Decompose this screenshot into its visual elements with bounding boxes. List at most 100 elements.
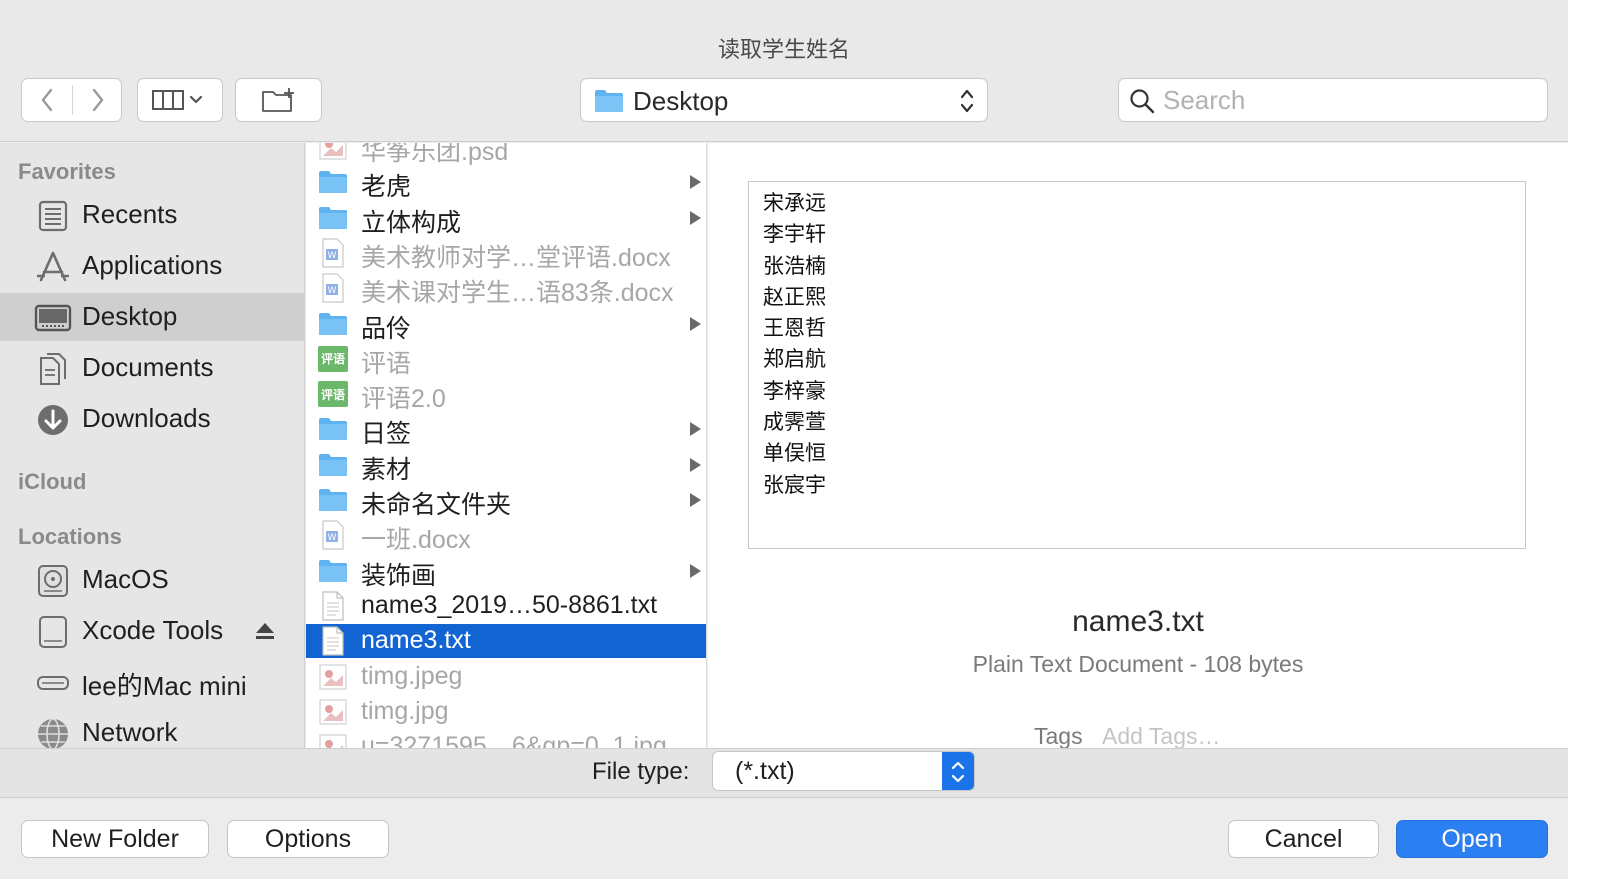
file-row[interactable]: 未命名文件夹 <box>306 483 706 519</box>
file-row[interactable]: W 美术教师对学…堂评语.docx <box>306 236 706 272</box>
file-name: 一班.docx <box>361 526 471 555</box>
tags-input[interactable]: Add Tags… <box>1102 723 1220 748</box>
file-name: timg.jpeg <box>361 661 463 690</box>
chevron-right-icon <box>92 88 104 112</box>
image-file-icon <box>318 662 348 692</box>
file-row[interactable]: 华筝乐团.psd <box>306 143 706 166</box>
disclosure-arrow-icon <box>690 316 701 331</box>
location-label: Desktop <box>633 86 729 116</box>
file-type-select[interactable]: (*.txt) <box>712 751 975 791</box>
preview-pane: 宋承远 李宇轩 张浩楠 赵正熙 王恩哲 郑启航 李梓豪 成霁萱 单俣恒 张宸宇 name3.txt… <box>708 143 1568 748</box>
file-name: 日签 <box>361 420 412 449</box>
file-row[interactable]: name3.txt <box>306 624 706 659</box>
new-folder-icon <box>261 88 294 112</box>
file-row[interactable]: 评语 评语 <box>306 342 706 378</box>
word-document-icon: W <box>318 238 348 268</box>
svg-text:W: W <box>328 251 337 261</box>
file-type-value: (*.txt) <box>735 757 795 785</box>
options-button[interactable]: Options <box>227 820 389 858</box>
file-name: 评语2.0 <box>361 385 446 414</box>
folder-icon <box>318 414 348 444</box>
recents-icon <box>34 199 72 233</box>
mac-mini-icon <box>34 666 72 700</box>
file-name: 未命名文件夹 <box>361 491 512 519</box>
file-row[interactable]: timg.jpeg <box>306 660 706 694</box>
sidebar-item-desktop[interactable]: Desktop <box>0 293 304 341</box>
file-name: 素材 <box>361 455 412 484</box>
nav-segment <box>21 78 122 122</box>
folder-icon <box>318 203 348 233</box>
file-row[interactable]: timg.jpg <box>306 695 706 729</box>
dialog-buttons: New Folder Options Cancel Open <box>0 799 1568 879</box>
preview-text-line: 郑启航 <box>763 347 826 372</box>
svg-text:W: W <box>328 286 337 296</box>
tags-label: Tags <box>1034 723 1083 748</box>
sidebar-section-favorites: Favorites <box>18 159 116 184</box>
app-badge-icon: 评语 <box>318 381 348 408</box>
desktop-icon <box>34 301 72 335</box>
sidebar-item-macos[interactable]: MacOS <box>0 556 304 604</box>
chevron-left-icon <box>41 88 53 112</box>
file-row[interactable]: W 一班.docx <box>306 518 706 554</box>
sidebar-item-documents[interactable]: Documents <box>0 344 304 392</box>
file-row[interactable]: 立体构成 <box>306 201 706 237</box>
preview-text-line: 张浩楠 <box>763 253 826 278</box>
sidebar: Favorites Recents Applications Desktop D… <box>0 143 305 748</box>
sidebar-item-applications[interactable]: Applications <box>0 242 304 290</box>
search-icon <box>1130 89 1155 114</box>
file-name: timg.jpg <box>361 696 449 725</box>
file-row[interactable]: 评语 评语2.0 <box>306 377 706 413</box>
file-row[interactable]: 日签 <box>306 412 706 448</box>
search-input[interactable] <box>1163 83 1533 117</box>
app-icon: 评语 <box>318 344 348 374</box>
file-name: u=3271595…6&gp=0_1.jpg <box>361 732 667 748</box>
app-icon: 评语 <box>318 379 348 409</box>
file-type-stepper[interactable] <box>942 752 974 790</box>
folder-icon <box>318 450 348 480</box>
sidebar-item-mac-mini[interactable]: lee的Mac mini <box>0 658 304 706</box>
image-file-icon <box>318 732 348 748</box>
sidebar-item-network[interactable]: Network <box>0 709 304 748</box>
location-popup[interactable]: Desktop <box>580 78 988 122</box>
file-row[interactable]: W 美术课对学生…语83条.docx <box>306 271 706 307</box>
text-file-icon <box>318 626 348 656</box>
disclosure-arrow-icon <box>690 493 701 507</box>
folder-icon <box>318 485 348 515</box>
file-row[interactable]: 装饰画 <box>306 554 706 590</box>
image-file-icon <box>318 697 348 727</box>
image-file-icon <box>318 143 348 162</box>
sidebar-item-label: Desktop <box>82 301 178 331</box>
eject-icon[interactable] <box>254 621 276 641</box>
new-folder-button[interactable]: New Folder <box>21 820 209 858</box>
sidebar-item-xcode-tools[interactable]: Xcode Tools <box>0 607 304 655</box>
word-document-icon: W <box>318 520 348 550</box>
open-button[interactable]: Open <box>1396 820 1548 858</box>
search-field[interactable] <box>1118 78 1548 122</box>
new-folder-toolbar-button[interactable] <box>235 78 322 122</box>
documents-icon <box>34 352 72 386</box>
network-icon <box>34 717 72 748</box>
sidebar-item-label: Recents <box>82 199 178 229</box>
file-row[interactable]: u=3271595…6&gp=0_1.jpg <box>306 730 706 748</box>
file-name: 装饰画 <box>361 561 437 590</box>
cancel-button[interactable]: Cancel <box>1228 820 1379 858</box>
preview-text-line: 宋承远 <box>763 191 826 215</box>
back-button[interactable] <box>22 79 72 121</box>
preview-filename: name3.txt <box>1072 605 1204 638</box>
forward-button[interactable] <box>73 79 123 121</box>
sidebar-item-recents[interactable]: Recents <box>0 191 304 239</box>
sidebar-item-label: lee的Mac mini <box>82 671 247 701</box>
file-row[interactable]: 老虎 <box>306 165 706 201</box>
file-row[interactable]: 素材 <box>306 448 706 484</box>
up-down-chevron-icon <box>951 761 965 783</box>
disclosure-arrow-icon <box>690 210 701 225</box>
file-row[interactable]: 品伶 <box>306 307 706 343</box>
file-row[interactable]: name3_2019…50-8861.txt <box>306 589 706 623</box>
file-name: name3.txt <box>361 626 471 655</box>
column-view-icon <box>152 90 203 110</box>
disclosure-arrow-icon <box>690 422 701 437</box>
sidebar-item-downloads[interactable]: Downloads <box>0 395 304 443</box>
folder-icon <box>318 309 348 339</box>
view-mode-button[interactable] <box>137 78 223 122</box>
preview-text-line: 李宇轩 <box>763 222 826 247</box>
